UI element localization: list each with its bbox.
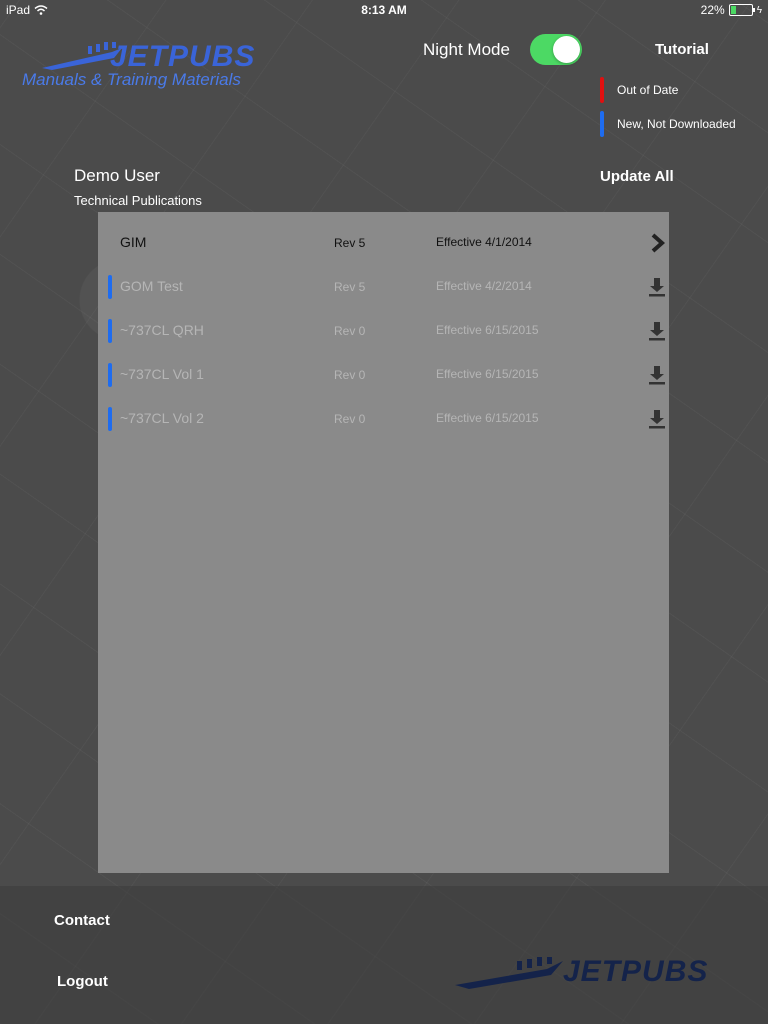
publications-list: GIM Rev 5 Effective 4/1/2014 GOM Test Re… [98,212,669,873]
legend-label: Out of Date [617,83,679,97]
clock: 8:13 AM [361,3,407,17]
publication-name: GOM Test [120,278,183,294]
publication-row[interactable]: ~737CL Vol 1 Rev 0 Effective 6/15/2015 [98,353,669,397]
battery-icon [728,4,755,16]
night-mode-toggle[interactable] [530,34,582,65]
legend-new-not-downloaded: New, Not Downloaded [600,111,736,137]
jetpubs-logo: JETPUBS Manuals & Training Materials [22,40,262,92]
new-indicator [108,275,112,299]
legend-label: New, Not Downloaded [617,117,736,131]
status-bar: iPad 8:13 AM 22% ϟ [0,0,768,20]
publication-name: ~737CL Vol 2 [120,410,204,426]
toggle-knob [553,36,580,63]
new-indicator [108,407,112,431]
publication-rev: Rev 5 [334,280,366,294]
publication-name: ~737CL Vol 1 [120,366,204,382]
night-mode-label: Night Mode [423,40,510,59]
publication-row[interactable]: ~737CL QRH Rev 0 Effective 6/15/2015 [98,309,669,353]
new-indicator [108,319,112,343]
legend-out-of-date: Out of Date [600,77,678,103]
publication-rev: Rev 0 [334,412,366,426]
publication-effective-date: Effective 6/15/2015 [436,323,539,337]
footer-logo: JETPUBS [455,955,745,995]
logo-subtitle: Manuals & Training Materials [22,70,241,89]
new-indicator [108,363,112,387]
update-all-button[interactable]: Update All [600,168,674,185]
publication-effective-date: Effective 6/15/2015 [436,411,539,425]
download-icon[interactable] [648,321,666,341]
contact-button[interactable]: Contact [54,912,110,929]
download-icon[interactable] [648,365,666,385]
chevron-right-icon[interactable] [648,233,666,253]
tutorial-button[interactable]: Tutorial [655,41,709,58]
download-icon[interactable] [648,409,666,429]
charging-bolt-icon: ϟ [756,4,762,16]
publication-rev: Rev 0 [334,324,366,338]
battery-level [730,6,736,14]
publication-row[interactable]: ~737CL Vol 2 Rev 0 Effective 6/15/2015 [98,397,669,441]
logout-button[interactable]: Logout [57,973,108,990]
user-name: Demo User [74,166,160,185]
publication-row[interactable]: GOM Test Rev 5 Effective 4/2/2014 [98,265,669,309]
publication-rev: Rev 0 [334,368,366,382]
publication-name: GIM [120,234,147,250]
publication-name: ~737CL QRH [120,322,204,338]
publication-rev: Rev 5 [334,236,366,250]
publication-effective-date: Effective 4/2/2014 [436,279,532,293]
legend-red-bar [600,77,604,103]
publication-effective-date: Effective 6/15/2015 [436,367,539,381]
legend-blue-bar [600,111,604,137]
user-department: Technical Publications [74,193,202,208]
wing-icon [455,957,563,989]
download-icon[interactable] [648,277,666,297]
battery-percent: 22% [700,3,725,17]
logo-title: JETPUBS [110,40,256,73]
publication-row[interactable]: GIM Rev 5 Effective 4/1/2014 [98,221,669,265]
publication-effective-date: Effective 4/1/2014 [436,235,532,249]
footer-logo-title: JETPUBS [563,955,709,988]
